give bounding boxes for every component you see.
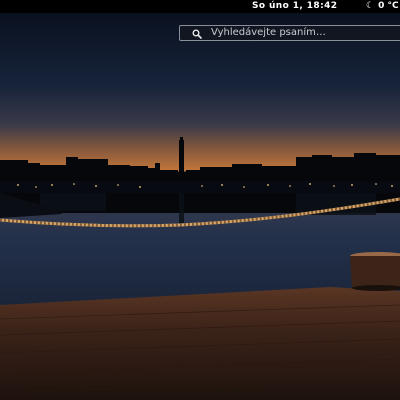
desktop-screen: So úno 1, 18:42 ☾ 0 °C Vyhledávejte psaní…: [0, 0, 400, 400]
clock-button[interactable]: So úno 1, 18:42: [252, 0, 337, 13]
desktop-wallpaper: [0, 13, 400, 400]
top-bar: So úno 1, 18:42 ☾ 0 °C: [0, 0, 400, 13]
weather-temperature: 0 °C: [378, 1, 399, 11]
system-status-area[interactable]: ☾ 0 °C: [366, 0, 399, 13]
search-input[interactable]: Vyhledávejte psaním…: [179, 25, 400, 41]
search-icon: [192, 29, 202, 39]
moon-icon: ☾: [366, 1, 375, 11]
search-placeholder: Vyhledávejte psaním…: [211, 27, 326, 38]
